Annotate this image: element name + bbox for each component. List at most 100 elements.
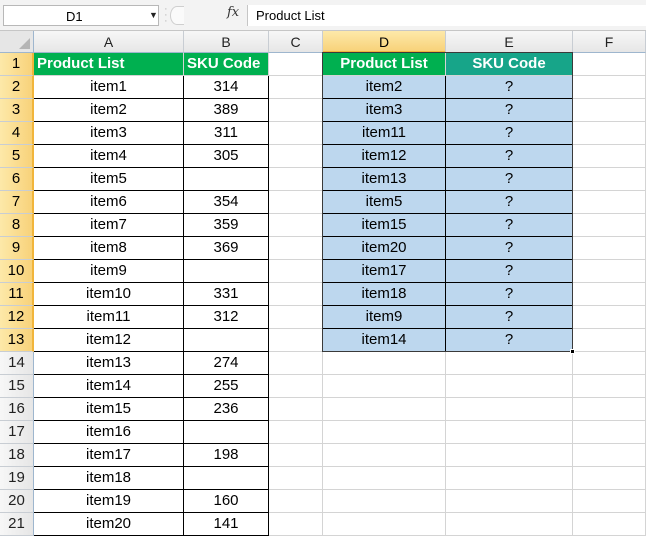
source-product-cell[interactable]: item12 (34, 329, 184, 352)
empty-cell[interactable] (323, 375, 446, 398)
row-header-21[interactable]: 21 (0, 513, 34, 536)
source-product-cell[interactable]: item14 (34, 375, 184, 398)
lookup-product-cell[interactable]: item11 (323, 122, 446, 145)
empty-cell[interactable] (323, 467, 446, 490)
empty-cell[interactable] (573, 513, 646, 536)
empty-cell[interactable] (573, 76, 646, 99)
empty-cell[interactable] (269, 214, 323, 237)
source-product-cell[interactable]: item2 (34, 99, 184, 122)
column-header-f[interactable]: F (573, 31, 646, 53)
source-header-product[interactable]: Product List (34, 53, 184, 76)
source-sku-cell[interactable]: 369 (184, 237, 269, 260)
source-sku-cell[interactable] (184, 168, 269, 191)
name-box[interactable]: D1 ▼ (3, 5, 159, 26)
empty-cell[interactable] (269, 99, 323, 122)
lookup-sku-cell[interactable]: ? (446, 329, 573, 352)
lookup-product-cell[interactable]: item3 (323, 99, 446, 122)
empty-cell[interactable] (323, 352, 446, 375)
empty-cell[interactable] (323, 490, 446, 513)
empty-cell[interactable] (269, 145, 323, 168)
column-header-c[interactable]: C (269, 31, 323, 53)
source-product-cell[interactable]: item18 (34, 467, 184, 490)
row-header-5[interactable]: 5 (0, 145, 34, 168)
lookup-product-cell[interactable]: item5 (323, 191, 446, 214)
empty-cell[interactable] (573, 352, 646, 375)
lookup-product-cell[interactable]: item17 (323, 260, 446, 283)
lookup-product-cell[interactable]: item15 (323, 214, 446, 237)
empty-cell[interactable] (446, 444, 573, 467)
source-header-sku[interactable]: SKU Code (184, 53, 269, 76)
empty-cell[interactable] (573, 490, 646, 513)
empty-cell[interactable] (269, 237, 323, 260)
row-header-10[interactable]: 10 (0, 260, 34, 283)
empty-cell[interactable] (573, 237, 646, 260)
source-sku-cell[interactable]: 305 (184, 145, 269, 168)
source-sku-cell[interactable]: 389 (184, 99, 269, 122)
source-product-cell[interactable]: item1 (34, 76, 184, 99)
source-sku-cell[interactable]: 354 (184, 191, 269, 214)
empty-cell[interactable] (573, 191, 646, 214)
source-product-cell[interactable]: item7 (34, 214, 184, 237)
source-product-cell[interactable]: item19 (34, 490, 184, 513)
source-sku-cell[interactable] (184, 421, 269, 444)
column-header-e[interactable]: E (446, 31, 573, 53)
lookup-sku-cell[interactable]: ? (446, 214, 573, 237)
source-product-cell[interactable]: item8 (34, 237, 184, 260)
source-product-cell[interactable]: item5 (34, 168, 184, 191)
empty-cell[interactable] (269, 168, 323, 191)
empty-cell[interactable] (573, 421, 646, 444)
row-header-9[interactable]: 9 (0, 237, 34, 260)
empty-cell[interactable] (269, 191, 323, 214)
splitter-handle-icon[interactable]: · · · (164, 4, 168, 27)
row-header-14[interactable]: 14 (0, 352, 34, 375)
source-sku-cell[interactable]: 331 (184, 283, 269, 306)
lookup-sku-cell[interactable]: ? (446, 191, 573, 214)
lookup-sku-cell[interactable]: ? (446, 122, 573, 145)
lookup-product-cell[interactable]: item2 (323, 76, 446, 99)
empty-cell[interactable] (323, 421, 446, 444)
empty-cell[interactable] (269, 352, 323, 375)
row-header-11[interactable]: 11 (0, 283, 34, 306)
source-product-cell[interactable]: item11 (34, 306, 184, 329)
insert-function-icon[interactable]: fx (227, 5, 239, 20)
lookup-sku-cell[interactable]: ? (446, 76, 573, 99)
empty-cell[interactable] (573, 444, 646, 467)
empty-cell[interactable] (269, 444, 323, 467)
row-header-2[interactable]: 2 (0, 76, 34, 99)
row-header-12[interactable]: 12 (0, 306, 34, 329)
empty-cell[interactable] (446, 513, 573, 536)
source-sku-cell[interactable] (184, 329, 269, 352)
lookup-product-cell[interactable]: item14 (323, 329, 446, 352)
empty-cell[interactable] (573, 306, 646, 329)
empty-cell[interactable] (269, 467, 323, 490)
row-header-13[interactable]: 13 (0, 329, 34, 352)
empty-cell[interactable] (573, 214, 646, 237)
source-sku-cell[interactable]: 236 (184, 398, 269, 421)
empty-cell[interactable] (446, 375, 573, 398)
empty-cell[interactable] (573, 467, 646, 490)
source-sku-cell[interactable] (184, 260, 269, 283)
lookup-sku-cell[interactable]: ? (446, 168, 573, 191)
lookup-product-cell[interactable]: item18 (323, 283, 446, 306)
lookup-header-product[interactable]: Product List (323, 53, 446, 76)
empty-cell[interactable] (269, 76, 323, 99)
empty-cell[interactable] (573, 53, 646, 76)
lookup-sku-cell[interactable]: ? (446, 260, 573, 283)
row-header-18[interactable]: 18 (0, 444, 34, 467)
fill-handle[interactable] (570, 349, 575, 354)
empty-cell[interactable] (269, 513, 323, 536)
empty-cell[interactable] (446, 398, 573, 421)
empty-cell[interactable] (573, 168, 646, 191)
empty-cell[interactable] (269, 283, 323, 306)
lookup-sku-cell[interactable]: ? (446, 306, 573, 329)
source-product-cell[interactable]: item10 (34, 283, 184, 306)
row-header-6[interactable]: 6 (0, 168, 34, 191)
row-header-17[interactable]: 17 (0, 421, 34, 444)
lookup-product-cell[interactable]: item9 (323, 306, 446, 329)
lookup-product-cell[interactable]: item13 (323, 168, 446, 191)
source-sku-cell[interactable]: 160 (184, 490, 269, 513)
source-sku-cell[interactable]: 198 (184, 444, 269, 467)
row-header-20[interactable]: 20 (0, 490, 34, 513)
row-header-19[interactable]: 19 (0, 467, 34, 490)
source-sku-cell[interactable]: 312 (184, 306, 269, 329)
